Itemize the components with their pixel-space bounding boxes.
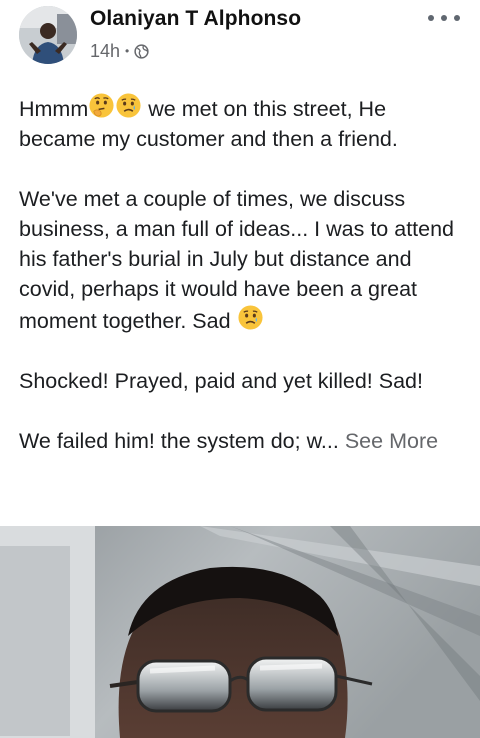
post-photo[interactable] (0, 526, 480, 738)
paragraph-text: Hmmm (19, 97, 89, 121)
avatar-image (19, 6, 77, 64)
facebook-post: Olaniyan T Alphonso 14h • Hmmm we met on… (0, 0, 480, 738)
post-header: Olaniyan T Alphonso 14h • (0, 0, 480, 80)
post-meta: 14h • (90, 39, 149, 63)
sad-face-icon (116, 93, 141, 118)
post-timestamp[interactable]: 14h (90, 41, 120, 62)
post-paragraph: Hmmm we met on this street, He became my… (19, 92, 464, 154)
meta-separator: • (125, 44, 130, 58)
see-more-link[interactable]: See More (345, 429, 438, 453)
thinking-face-icon (89, 93, 114, 118)
more-options-dot (428, 15, 434, 21)
more-options-dot (441, 15, 447, 21)
sad-face-icon (237, 305, 263, 330)
photo-image (0, 526, 480, 738)
author-name[interactable]: Olaniyan T Alphonso (90, 7, 301, 31)
paragraph-text: We failed him! the system do; w... (19, 429, 339, 453)
post-paragraph: We've met a couple of times, we discuss … (19, 184, 464, 336)
more-options-dot (454, 15, 460, 21)
more-options-button[interactable] (428, 8, 460, 28)
paragraph-text: Shocked! Prayed, paid and yet killed! Sa… (19, 369, 423, 393)
post-paragraph: We failed him! the system do; w... See M… (19, 426, 464, 456)
post-paragraph: Shocked! Prayed, paid and yet killed! Sa… (19, 366, 464, 396)
author-avatar[interactable] (19, 6, 77, 64)
globe-icon (134, 43, 149, 59)
post-body: Hmmm we met on this street, He became my… (19, 92, 464, 456)
